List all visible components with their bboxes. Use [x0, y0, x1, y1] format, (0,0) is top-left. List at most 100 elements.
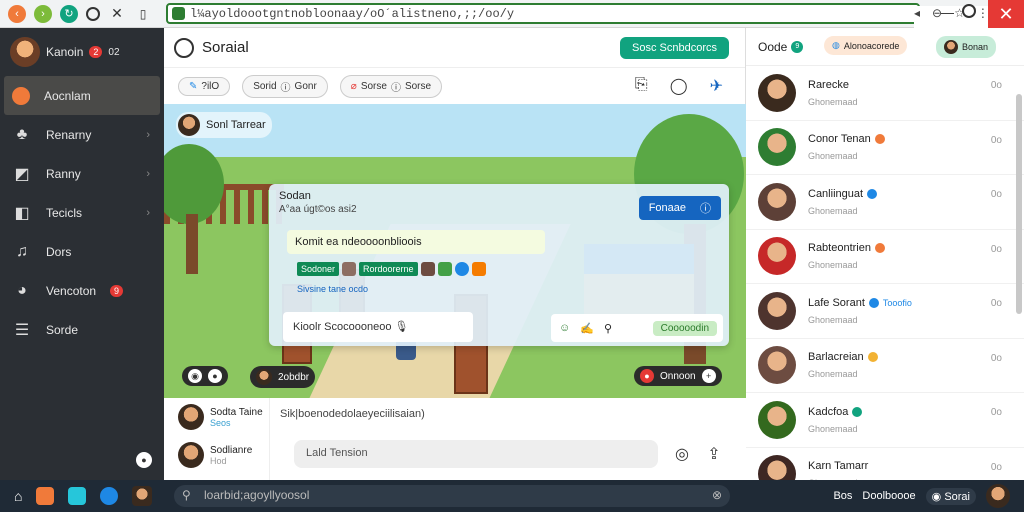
tag[interactable]: Sodoner	[297, 262, 340, 276]
contact-name: Canliinguat	[808, 188, 878, 200]
draw-icon[interactable]: ✍	[580, 322, 594, 335]
contact-more[interactable]: 0o	[991, 353, 1002, 364]
record-icon: ●	[640, 369, 654, 383]
camera-icon[interactable]: ◉	[188, 369, 202, 383]
sidebar-item-0[interactable]: Aocnlam	[4, 76, 160, 115]
contacts-title: Oode	[758, 39, 788, 54]
pill-edit[interactable]: ✎ ?ilO	[178, 76, 231, 96]
contact-row[interactable]: Barlacreian Ghonemaad 0o	[746, 339, 1024, 393]
user-name: Kanoin	[46, 45, 84, 59]
primary-action-button[interactable]: Sosc Scnbdcorcs	[620, 37, 729, 59]
contact-row[interactable]: Rabteontrien Ghonemaad 0o	[746, 230, 1024, 284]
overlay-input[interactable]: Kioolr Scocoooneoo 🎙	[283, 312, 473, 342]
share-icon[interactable]: ⇪	[702, 442, 726, 466]
back-icon[interactable]: ‹	[8, 4, 26, 23]
emoji-icon[interactable]	[437, 262, 452, 276]
mic-icon[interactable]: 🎙	[395, 321, 409, 333]
sidebar-item-label: Tecicls	[46, 205, 83, 220]
app-icon[interactable]	[68, 487, 87, 505]
sidebar-item-label: Sorde	[46, 322, 79, 337]
chevron-right-icon: ›	[146, 206, 150, 219]
restore-icon[interactable]	[962, 4, 976, 18]
clear-icon[interactable]: ⊗	[712, 488, 722, 502]
app-icon[interactable]	[36, 487, 55, 505]
contact-more[interactable]: 0o	[991, 189, 1002, 200]
send-button[interactable]: Cooooodin	[652, 320, 717, 336]
close-tab-icon[interactable]: ✕	[108, 5, 126, 23]
filter-pill[interactable]: ◍ Alonoacorede	[824, 36, 908, 55]
user-pill[interactable]: Bonan	[936, 36, 997, 58]
list-item[interactable]: Sodta Taine Seos	[164, 398, 269, 436]
emoji-icon[interactable]	[454, 262, 469, 276]
sidebar-item-2[interactable]: ◩ Ranny ›	[0, 154, 164, 193]
chevron-right-icon: ›	[146, 128, 150, 141]
avatar[interactable]	[132, 486, 153, 506]
user-badge: 2	[89, 46, 103, 58]
overlay-link[interactable]: Sivsine tane ocdo	[297, 284, 368, 294]
forward-icon[interactable]: ›	[34, 4, 52, 23]
list-item[interactable]: Sodlianre Hod	[164, 436, 269, 474]
contact-more[interactable]: 0o	[991, 80, 1002, 91]
address-bar[interactable]: l¼ayoldoootgntnobloonaay/oO´alistneno,;;…	[166, 3, 1024, 458]
chat-icon[interactable]: ◯	[670, 76, 688, 96]
record-icon[interactable]: ●	[208, 369, 222, 383]
tag-icon: ⌀	[350, 80, 357, 92]
sidebar-item-5[interactable]: ◕ Vencoton 9	[0, 271, 164, 310]
pill-filter[interactable]: ⌀ Sorse ⓘ Sorse	[339, 74, 443, 98]
page-icon[interactable]: ▯	[134, 5, 152, 23]
tag[interactable]: Rordoorerne	[359, 262, 418, 276]
lock-icon	[172, 7, 185, 20]
emoji-icon[interactable]	[342, 262, 357, 276]
pill-sort[interactable]: Sorid ⓘ Gonr	[242, 74, 328, 98]
contact-more[interactable]: 0o	[991, 135, 1002, 146]
scrollbar[interactable]	[1016, 94, 1022, 314]
contact-name-text: Kadcfoa	[808, 405, 849, 418]
contact-more[interactable]: 0o	[991, 244, 1002, 255]
contact-status: Ghonemaad	[808, 96, 858, 107]
sidebar-item-3[interactable]: ◧ Tecicls ›	[0, 193, 164, 232]
home-icon[interactable]: ⌂	[14, 488, 22, 504]
tray-item[interactable]: Doolboooe	[862, 490, 915, 502]
camera-icon[interactable]: ◎	[670, 442, 694, 466]
user-profile[interactable]: Kanoin 2 02	[0, 28, 164, 76]
scene-controls-left[interactable]: ◉ ●	[182, 366, 228, 386]
tray-user[interactable]: ◉ Sorai	[925, 487, 976, 505]
scene-user-pill[interactable]: 2obdbr	[250, 366, 316, 388]
pill-label: Bonan	[962, 42, 989, 52]
edit-icon[interactable]: ⎘	[635, 76, 648, 96]
shield-icon[interactable]	[86, 6, 100, 21]
contact-more[interactable]: 0o	[991, 407, 1002, 418]
contact-row[interactable]: Lafe Sorant Tooofio Ghonemaad 0o	[746, 284, 1024, 339]
avatar	[758, 128, 796, 167]
taskbar-search[interactable]: ⚲ loarbid;agoyllyoosol ⊗	[174, 485, 730, 507]
window-close-button[interactable]: ✕	[988, 0, 1024, 28]
sidebar-item-1[interactable]: ♣ Renarny ›	[0, 115, 164, 154]
search-icon[interactable]: ⚲	[604, 322, 612, 335]
tray-item[interactable]: Bos	[833, 490, 852, 502]
minimize-icon[interactable]: —	[941, 5, 954, 20]
add-icon[interactable]: +	[701, 369, 716, 383]
music-icon: ♫	[16, 242, 28, 260]
refresh-icon[interactable]: ↻	[60, 4, 78, 23]
emoji-icon[interactable]	[420, 262, 435, 276]
contact-name: Sodlianre	[210, 444, 253, 456]
chat-input[interactable]: Lald Tension	[294, 440, 658, 468]
follow-button[interactable]: Fonaae ⓘ	[638, 196, 721, 220]
contact-more[interactable]: 0o	[991, 462, 1002, 473]
collapse-icon[interactable]: ●	[136, 452, 152, 468]
sidebar-item-4[interactable]: ♫ Dors	[0, 232, 164, 271]
avatar[interactable]	[986, 484, 1010, 508]
contact-more[interactable]: 0o	[991, 298, 1002, 309]
emoji-icon[interactable]: ☺	[559, 322, 570, 334]
contact-row[interactable]: Canliinguat Ghonemaad 0o	[746, 175, 1024, 230]
app-icon[interactable]	[100, 487, 119, 505]
contact-row[interactable]: Conor Tenan Ghonemaad 0o	[746, 121, 1024, 175]
scene-pill-right[interactable]: ● Onnoon +	[634, 366, 722, 386]
contact-row[interactable]: Rarecke Ghonemaad 0o	[746, 66, 1024, 121]
sidebar-item-6[interactable]: ☰ Sorde	[0, 310, 164, 349]
game-scene[interactable]: Sonl Tarrear ◉ ● 2obdbr ● Onnoon + Sodan…	[164, 104, 746, 398]
rocket-icon[interactable]: ✈	[710, 76, 723, 96]
pin-icon: ◩	[14, 165, 30, 183]
contact-row[interactable]: Kadcfoa Ghonemaad 0o	[746, 393, 1024, 448]
emoji-icon[interactable]	[471, 262, 486, 276]
